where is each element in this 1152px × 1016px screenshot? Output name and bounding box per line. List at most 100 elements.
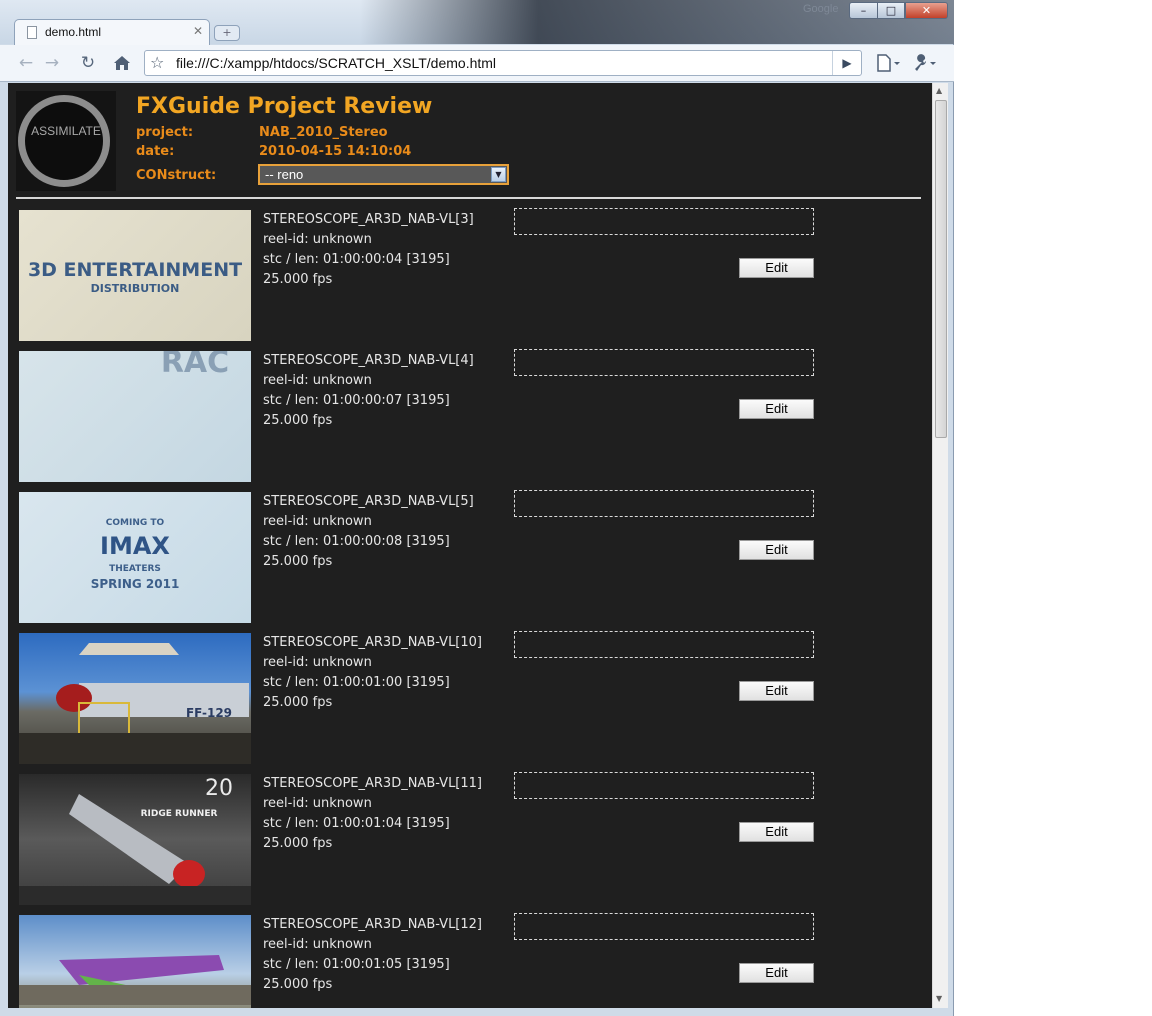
clip-fps: 25.000 fps bbox=[263, 413, 333, 428]
browser-window: Google – □ ✕ demo.html ✕ + ← → ↻ ☆ file:… bbox=[0, 0, 954, 1016]
page-content: ASSIMILATE FXGuide Project Review projec… bbox=[8, 83, 932, 1008]
home-icon bbox=[114, 56, 130, 70]
thumbnail-text: SPRING 2011 bbox=[90, 577, 180, 591]
thumbnail-text: COMING TO bbox=[105, 518, 165, 528]
edit-button[interactable]: Edit bbox=[739, 399, 814, 419]
edit-button[interactable]: Edit bbox=[739, 822, 814, 842]
scroll-down-icon[interactable]: ▼ bbox=[936, 994, 942, 1003]
clip-reel-id: reel-id: unknown bbox=[263, 937, 372, 952]
note-box[interactable] bbox=[514, 490, 814, 517]
thumbnail-text: RIDGE RUNNER bbox=[140, 809, 218, 819]
go-icon: ▶ bbox=[842, 56, 852, 70]
browser-toolbar: ← → ↻ ☆ file:///C:/xampp/htdocs/SCRATCH_… bbox=[0, 45, 954, 82]
page-viewport: ASSIMILATE FXGuide Project Review projec… bbox=[8, 83, 948, 1008]
new-tab-button[interactable]: + bbox=[214, 25, 240, 41]
reload-button[interactable]: ↻ bbox=[76, 51, 100, 75]
clip-row: STEREOSCOPE_AR3D_NAB-VL[12] reel-id: unk… bbox=[8, 913, 932, 1008]
tab-close-icon[interactable]: ✕ bbox=[193, 24, 203, 38]
note-box[interactable] bbox=[514, 631, 814, 658]
clip-thumbnail[interactable]: 3D ENTERTAINMENT DISTRIBUTION bbox=[19, 210, 251, 341]
clip-reel-id: reel-id: unknown bbox=[263, 796, 372, 811]
clip-name: STEREOSCOPE_AR3D_NAB-VL[11] bbox=[263, 776, 482, 791]
maximize-button[interactable]: □ bbox=[877, 2, 905, 19]
wrench-menu-button[interactable] bbox=[910, 51, 940, 75]
edit-button[interactable]: Edit bbox=[739, 963, 814, 983]
clip-reel-id: reel-id: unknown bbox=[263, 514, 372, 529]
note-box[interactable] bbox=[514, 772, 814, 799]
edit-button[interactable]: Edit bbox=[739, 540, 814, 560]
back-icon: ← bbox=[18, 53, 34, 73]
url-text[interactable]: file:///C:/xampp/htdocs/SCRATCH_XSLT/dem… bbox=[176, 55, 496, 71]
clip-name: STEREOSCOPE_AR3D_NAB-VL[5] bbox=[263, 494, 474, 509]
reload-icon: ↻ bbox=[80, 53, 96, 73]
airplane-photo bbox=[19, 643, 251, 764]
clip-stc-len: stc / len: 01:00:01:05 [3195] bbox=[263, 957, 450, 972]
clip-fps: 25.000 fps bbox=[263, 695, 333, 710]
construct-select[interactable]: -- reno ▼ bbox=[258, 164, 509, 185]
note-box[interactable] bbox=[514, 208, 814, 235]
thumbnail-text: 20 bbox=[205, 776, 233, 801]
vertical-scrollbar[interactable]: ▲ ▼ bbox=[932, 83, 948, 1008]
construct-label: CONstruct: bbox=[136, 168, 217, 183]
edit-button[interactable]: Edit bbox=[739, 681, 814, 701]
thumbnail-text: THEATERS bbox=[109, 564, 161, 574]
clip-reel-id: reel-id: unknown bbox=[263, 655, 372, 670]
star-icon[interactable]: ☆ bbox=[150, 53, 164, 72]
clip-row: FF-129 STEREOSCOPE_AR3D_NAB-VL[10] reel-… bbox=[8, 631, 932, 774]
minimize-icon: – bbox=[860, 4, 867, 17]
chevron-down-icon[interactable]: ▼ bbox=[491, 167, 506, 182]
note-box[interactable] bbox=[514, 349, 814, 376]
construct-selected-value: -- reno bbox=[265, 167, 304, 182]
tab-title: demo.html bbox=[45, 25, 102, 39]
forward-icon: → bbox=[44, 53, 60, 73]
go-button[interactable]: ▶ bbox=[832, 51, 861, 75]
clip-row: RAC STEREOSCOPE_AR3D_NAB-VL[4] reel-id: … bbox=[8, 349, 932, 492]
note-box[interactable] bbox=[514, 913, 814, 940]
clip-reel-id: reel-id: unknown bbox=[263, 232, 372, 247]
date-label: date: bbox=[136, 144, 175, 159]
clip-row: 20 RIDGE RUNNER STEREOSCOPE_AR3D_NAB-VL[… bbox=[8, 772, 932, 915]
address-bar[interactable]: ☆ file:///C:/xampp/htdocs/SCRATCH_XSLT/d… bbox=[144, 50, 862, 76]
page-menu-button[interactable] bbox=[874, 51, 904, 75]
clip-thumbnail[interactable]: FF-129 bbox=[19, 633, 251, 764]
logo-text: ASSIMILATE bbox=[31, 124, 101, 138]
clip-stc-len: stc / len: 01:00:01:00 [3195] bbox=[263, 675, 450, 690]
page-icon bbox=[27, 26, 37, 39]
thumbnail-text: RAC bbox=[160, 351, 230, 380]
clip-thumbnail[interactable]: 20 RIDGE RUNNER bbox=[19, 774, 251, 905]
project-value: NAB_2010_Stereo bbox=[259, 125, 388, 140]
project-label: project: bbox=[136, 125, 194, 140]
airplane-photo bbox=[19, 955, 251, 1005]
thumbnail-text: DISTRIBUTION bbox=[90, 282, 180, 295]
plus-icon: + bbox=[222, 26, 232, 39]
thumbnail-text: 3D ENTERTAINMENT bbox=[27, 259, 243, 281]
home-button[interactable] bbox=[110, 51, 134, 75]
forward-button[interactable]: → bbox=[40, 51, 64, 75]
clip-name: STEREOSCOPE_AR3D_NAB-VL[4] bbox=[263, 353, 474, 368]
clip-name: STEREOSCOPE_AR3D_NAB-VL[3] bbox=[263, 212, 474, 227]
clip-thumbnail[interactable]: COMING TO IMAX THEATERS SPRING 2011 bbox=[19, 492, 251, 623]
browser-tab[interactable]: demo.html ✕ bbox=[14, 19, 210, 46]
date-value: 2010-04-15 14:10:04 bbox=[259, 144, 412, 159]
clip-row: 3D ENTERTAINMENT DISTRIBUTION STEREOSCOP… bbox=[8, 208, 932, 351]
edit-button[interactable]: Edit bbox=[739, 258, 814, 278]
clip-row: COMING TO IMAX THEATERS SPRING 2011 STER… bbox=[8, 490, 932, 633]
scroll-up-icon[interactable]: ▲ bbox=[936, 86, 942, 95]
wrench-icon bbox=[915, 54, 936, 71]
header-divider bbox=[16, 197, 921, 199]
clip-thumbnail[interactable] bbox=[19, 915, 251, 1008]
page-menu-icon bbox=[877, 54, 900, 72]
page-title: FXGuide Project Review bbox=[136, 94, 433, 119]
clip-reel-id: reel-id: unknown bbox=[263, 373, 372, 388]
clip-fps: 25.000 fps bbox=[263, 272, 333, 287]
maximize-icon: □ bbox=[885, 4, 897, 17]
back-button[interactable]: ← bbox=[14, 51, 38, 75]
close-window-button[interactable]: ✕ bbox=[905, 2, 948, 19]
clip-stc-len: stc / len: 01:00:00:08 [3195] bbox=[263, 534, 450, 549]
clip-thumbnail[interactable]: RAC bbox=[19, 351, 251, 482]
clip-fps: 25.000 fps bbox=[263, 554, 333, 569]
assimilate-logo: ASSIMILATE bbox=[16, 91, 116, 191]
logo-ring bbox=[18, 95, 110, 187]
minimize-button[interactable]: – bbox=[849, 2, 877, 19]
scrollbar-thumb[interactable] bbox=[935, 100, 947, 438]
